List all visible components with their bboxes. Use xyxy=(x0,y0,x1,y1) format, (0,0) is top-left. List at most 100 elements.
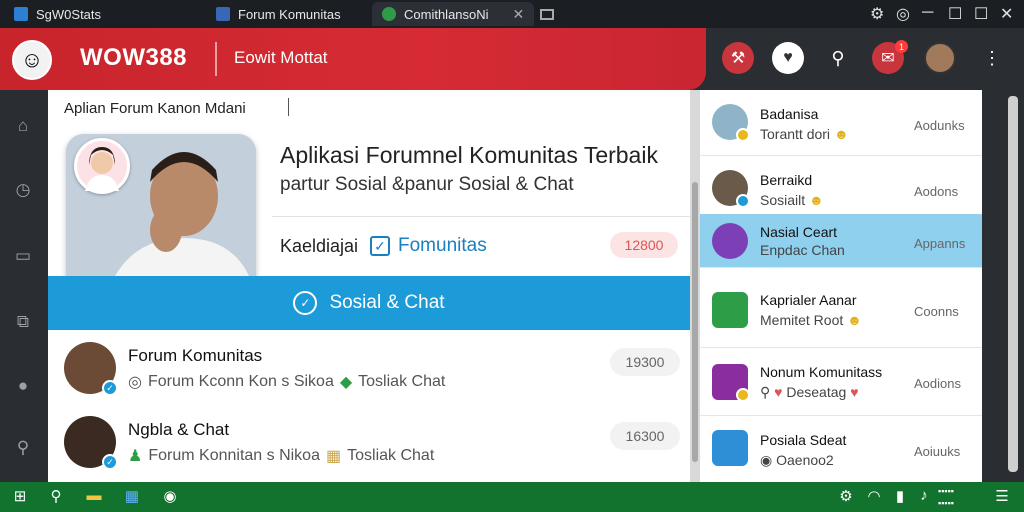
hero-image[interactable] xyxy=(66,134,256,296)
inset-avatar xyxy=(74,138,130,194)
heart-icon: ♥ xyxy=(774,384,783,400)
item-subtitle: ◉ Oaenoo2 xyxy=(760,452,834,468)
item-title: Nasial Ceart xyxy=(760,224,838,240)
category-chip[interactable]: ✓ Fomunitas xyxy=(370,235,487,257)
app-icon xyxy=(712,430,748,466)
chat-icon: ✓ xyxy=(293,291,318,315)
puzzle-icon[interactable]: ⧉ xyxy=(12,312,34,334)
extension-icon[interactable]: ⚙ xyxy=(870,4,884,24)
post-chat: Tosliak Chat xyxy=(347,447,435,464)
new-tab-icon xyxy=(540,8,554,20)
clock[interactable]: ▪▪▪▪▪ ▪▪▪▪▪ xyxy=(938,485,954,509)
girl-illustration xyxy=(85,147,119,191)
post-forum: Forum Konnitan s Nikoa xyxy=(148,447,320,464)
category-label: Kaeldiajai xyxy=(280,236,359,256)
post-chat: Tosliak Chat xyxy=(358,373,446,390)
maximize-icon[interactable]: ☐ xyxy=(948,4,962,24)
item-action[interactable]: Aodions xyxy=(914,376,961,391)
app-icon xyxy=(14,7,28,21)
chat-list-item[interactable]: Posiala Sdeat ◉ Oaenoo2 Aoiuuks xyxy=(700,416,982,482)
hero-title: Aplikasi Forumnel Komunitas Terbaik xyxy=(280,142,658,168)
smile-icon: ☻ xyxy=(833,126,849,142)
tab-stats[interactable]: SgW0Stats xyxy=(4,2,111,26)
calendar-icon: ▦ xyxy=(325,448,342,465)
favorites-button[interactable]: ♥ xyxy=(772,42,804,74)
count-pill: 12800 xyxy=(610,232,678,258)
home-icon[interactable]: ⌂ xyxy=(12,116,34,138)
count-pill: 16300 xyxy=(610,422,680,450)
search-icon[interactable]: ⚲ xyxy=(12,438,34,460)
more-menu-button[interactable]: ⋮ xyxy=(976,42,1008,74)
item-subtitle: Sosiailt ☻ xyxy=(760,192,824,208)
message-icon: ✉ xyxy=(881,50,895,67)
post-forum: Forum Kconn Kon s Sikoa xyxy=(147,373,334,390)
new-tab-button[interactable] xyxy=(530,2,564,26)
more-vertical-icon: ⋮ xyxy=(983,47,1001,68)
clock-icon[interactable]: ◷ xyxy=(12,180,34,202)
profile-icon[interactable]: ◎ xyxy=(896,4,910,24)
battery-icon[interactable]: ▮ xyxy=(890,487,910,507)
tab-label: ComithlansoNi xyxy=(404,6,489,22)
app-icon xyxy=(712,292,748,328)
wifi-icon[interactable]: ◠ xyxy=(864,487,884,507)
chat-list-item[interactable]: Nonum Komunitass ⚲ ♥ Deseatag ♥ Aodions xyxy=(700,348,982,416)
close-tab-icon[interactable]: ✕ xyxy=(513,6,525,23)
minimize-icon[interactable]: ─ xyxy=(922,4,933,22)
item-action[interactable]: Aodons xyxy=(914,184,958,199)
document-icon[interactable]: ▭ xyxy=(12,246,34,268)
banner-label: Sosial & Chat xyxy=(329,292,445,313)
app-icon xyxy=(216,7,230,21)
logo-icon[interactable]: ☺ xyxy=(12,40,52,80)
social-chat-banner[interactable]: ✓ Sosial & Chat xyxy=(48,276,690,330)
item-subtitle: Memitet Root ☻ xyxy=(760,312,862,328)
breadcrumb-divider xyxy=(288,98,289,116)
breadcrumb: Aplian Forum Kanon Mdani xyxy=(64,100,246,117)
heart-icon: ♥ xyxy=(783,49,793,66)
status-dot-icon xyxy=(736,194,750,208)
chat-list-item[interactable]: Badanisa Torantt dori ☻ Aodunks xyxy=(700,90,982,156)
item-action[interactable]: Appanns xyxy=(914,236,965,251)
chat-list-item[interactable]: Kaprialer Aanar Memitet Root ☻ Coonns xyxy=(700,276,982,348)
item-action[interactable]: Coonns xyxy=(914,304,959,319)
windows-start-icon[interactable]: ⊞ xyxy=(10,487,30,507)
list-item[interactable]: ✓ Forum Komunitas ◎ Forum Kconn Kon s Si… xyxy=(64,342,680,408)
status-dot-icon xyxy=(736,128,750,142)
network-icon[interactable]: ⚙ xyxy=(836,487,856,507)
post-title: Ngbla & Chat xyxy=(128,420,230,439)
browser-icon[interactable]: ◉ xyxy=(160,487,180,507)
item-action[interactable]: Aodunks xyxy=(914,118,965,133)
search-icon: ⚲ xyxy=(831,47,845,68)
folder-icon[interactable]: ▬ xyxy=(84,487,104,507)
tab-label: SgW0Stats xyxy=(36,6,102,22)
os-taskbar: ⊞ ⚲ ▬ ▦ ◉ ⚙ ◠ ▮ ♪ ▪▪▪▪▪ ▪▪▪▪▪ ☰ xyxy=(0,482,1024,512)
avatar[interactable] xyxy=(924,42,956,74)
search-icon[interactable]: ⚲ xyxy=(46,487,66,507)
verified-icon: ✓ xyxy=(102,380,118,396)
item-subtitle: Torantt dori ☻ xyxy=(760,126,849,142)
item-action[interactable]: Aoiuuks xyxy=(914,444,960,459)
item-title: Nonum Komunitass xyxy=(760,364,883,380)
notifications-button[interactable]: ✉ 1 xyxy=(872,40,908,74)
item-title: Berraikd xyxy=(760,172,813,188)
notification-center-icon[interactable]: ☰ xyxy=(992,487,1012,507)
search-button[interactable]: ⚲ xyxy=(822,42,854,74)
wrench-icon: ⚒ xyxy=(730,50,746,67)
volume-icon[interactable]: ♪ xyxy=(914,487,934,507)
tab-forum[interactable]: Forum Komunitas xyxy=(206,2,351,26)
heart-icon: ♥ xyxy=(850,384,859,400)
record-icon[interactable]: ● xyxy=(12,376,34,398)
header-divider xyxy=(215,42,217,76)
tab-active[interactable]: ComithlansoNi ✕ xyxy=(372,2,535,26)
category-value: Fomunitas xyxy=(398,235,487,256)
tag-icon: ◆ xyxy=(339,374,353,391)
list-item[interactable]: ✓ Ngbla & Chat ♟ Forum Konnitan s Nikoa … xyxy=(64,416,680,482)
store-icon[interactable]: ▦ xyxy=(122,487,142,507)
post-meta: ◎ Forum Kconn Kon s Sikoa ◆ Tosliak Chat xyxy=(128,372,445,392)
tools-button[interactable]: ⚒ xyxy=(722,42,754,74)
chat-list-item-selected[interactable]: Nasial Ceart Enpdac Chan Appanns xyxy=(700,214,982,268)
chat-list-item[interactable]: Berraikd Sosiailt ☻ Aodons xyxy=(700,156,982,222)
right-scrollbar[interactable] xyxy=(1008,96,1018,472)
restore-icon[interactable]: ☐ xyxy=(974,4,988,24)
main-scrollbar-thumb[interactable] xyxy=(692,182,698,462)
close-window-icon[interactable]: ✕ xyxy=(1000,4,1013,24)
